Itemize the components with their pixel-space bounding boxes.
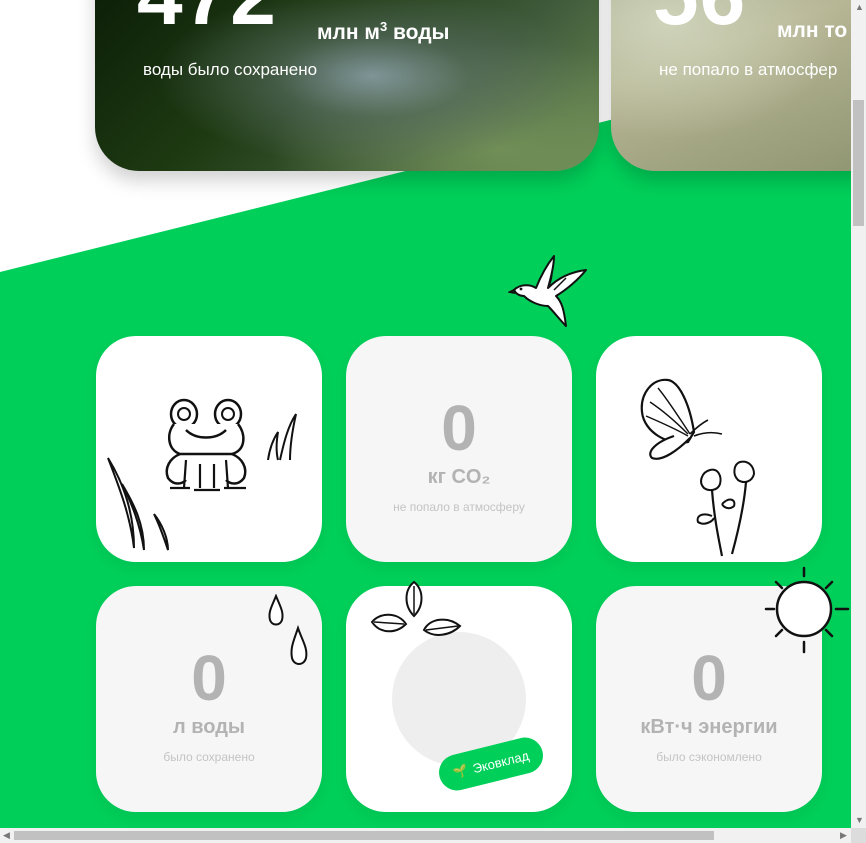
scroll-up-arrow-icon[interactable]: ▲	[855, 3, 864, 12]
grass-icon	[267, 413, 297, 461]
vertical-scroll-thumb[interactable]	[853, 100, 864, 226]
scrollbar-corner	[851, 828, 866, 843]
hero-water-number: 472	[137, 0, 277, 38]
card-butterfly-illustration	[596, 336, 822, 562]
frog-icon	[165, 398, 247, 492]
hero-water-description: воды было сохранено	[143, 60, 318, 79]
hero-card-water: 472 млн м3 воды воды было сохранено	[95, 0, 599, 171]
co2-description: не попало в атмосферу	[393, 500, 525, 514]
energy-unit: кВт·ч энергии	[640, 716, 778, 738]
horizontal-scroll-thumb[interactable]	[14, 831, 714, 840]
hero-co2-description: не попало в атмосфер	[659, 60, 838, 79]
card-co2-stat: 0 кг CO₂ не попало в атмосферу	[346, 336, 572, 562]
hero-co2-number: 56	[653, 0, 746, 38]
grass-icon	[107, 457, 169, 551]
scroll-right-arrow-icon[interactable]: ▶	[840, 831, 847, 840]
page-viewport: 472 млн м3 воды воды было сохранено 56 м…	[0, 0, 851, 828]
sprout-icon: 🌱	[451, 762, 470, 781]
energy-description: было сэкономлено	[656, 750, 762, 764]
co2-number: 0	[441, 392, 477, 464]
leaves-icon	[370, 580, 462, 636]
hero-water-unit: млн м3 воды	[317, 19, 450, 44]
water-drops-icon	[268, 594, 308, 665]
hero-co2-unit: млн то	[777, 19, 848, 42]
dove-icon	[508, 255, 587, 327]
co2-unit: кг CO₂	[427, 466, 491, 488]
eco-deposit-label: Эковклад	[470, 747, 531, 776]
card-frog-illustration	[96, 336, 322, 562]
hero-card-co2: 56 млн то не попало в атмосфер	[611, 0, 851, 171]
flowers-icon	[696, 460, 756, 557]
scroll-down-arrow-icon[interactable]: ▼	[855, 816, 864, 825]
water-unit: л воды	[172, 716, 246, 738]
scroll-left-arrow-icon[interactable]: ◀	[3, 831, 10, 840]
sun-icon	[764, 566, 850, 654]
water-description: было сохранено	[163, 750, 255, 764]
